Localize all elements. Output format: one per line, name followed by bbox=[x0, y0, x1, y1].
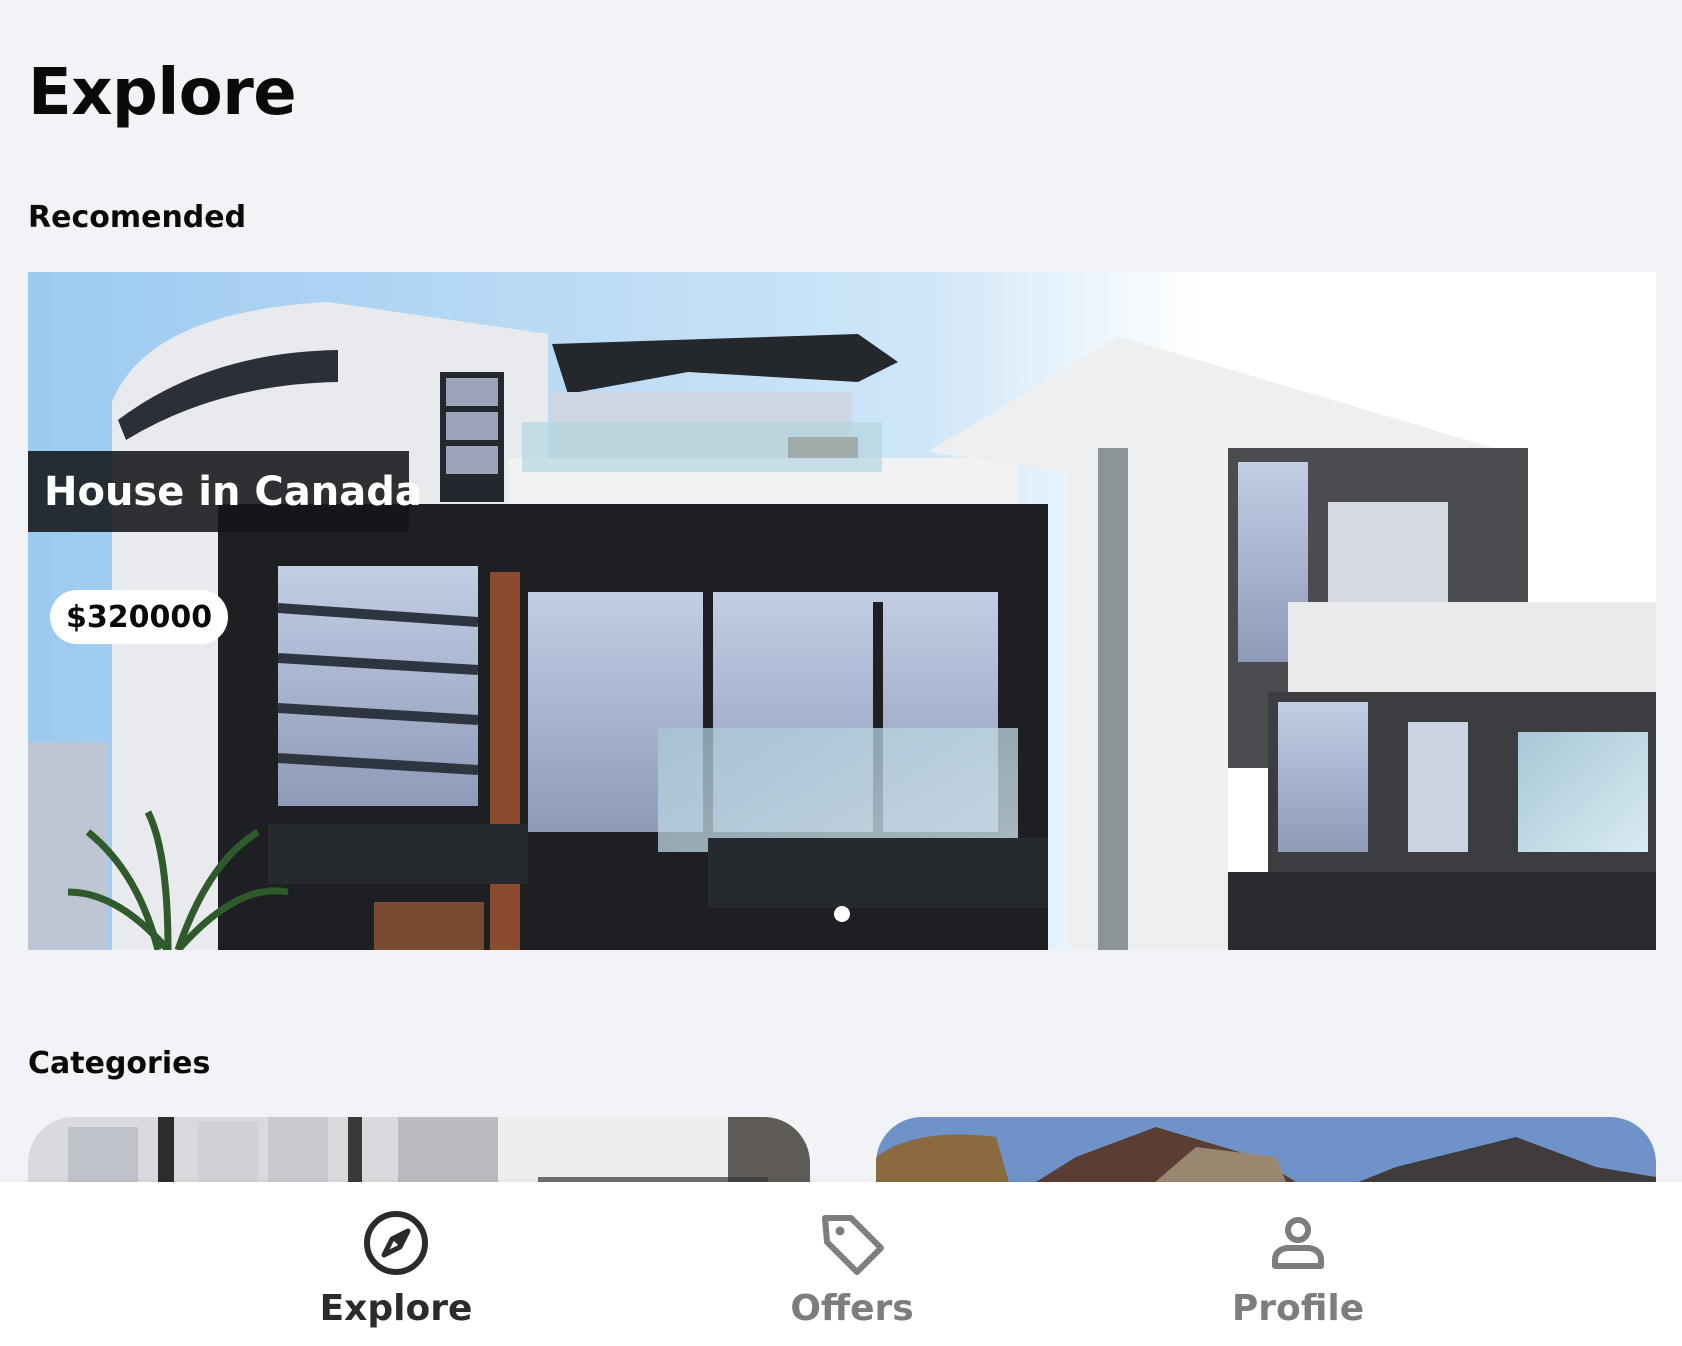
price-badge: $320000 bbox=[50, 590, 229, 644]
page-title: Explore bbox=[28, 56, 297, 130]
listing-price: $320000 bbox=[66, 599, 213, 635]
bottom-tab-bar: Explore Offers Profile bbox=[0, 1182, 1682, 1346]
listing-title-banner: House in Canada bbox=[28, 451, 422, 532]
tag-icon bbox=[822, 1215, 884, 1275]
compass-icon bbox=[364, 1211, 428, 1275]
tab-explore[interactable]: Explore bbox=[266, 1208, 526, 1334]
person-icon bbox=[1272, 1217, 1324, 1269]
tab-offers[interactable]: Offers bbox=[722, 1208, 982, 1334]
tab-explore-label: Explore bbox=[319, 1288, 473, 1329]
recommended-listing-card[interactable]: House in Canada $320000 bbox=[28, 272, 1656, 950]
tab-profile[interactable]: Profile bbox=[1168, 1208, 1428, 1334]
recommended-heading: Recomended bbox=[28, 200, 247, 235]
listing-title: House in Canada bbox=[44, 468, 422, 515]
house-photo bbox=[28, 272, 1656, 950]
tab-profile-label: Profile bbox=[1231, 1288, 1365, 1329]
categories-heading: Categories bbox=[28, 1046, 211, 1081]
tab-offers-label: Offers bbox=[790, 1288, 914, 1329]
carousel-indicator-dot[interactable] bbox=[834, 906, 850, 922]
explore-screen: Explore Recomended House in Canada $3200… bbox=[0, 0, 1682, 1346]
